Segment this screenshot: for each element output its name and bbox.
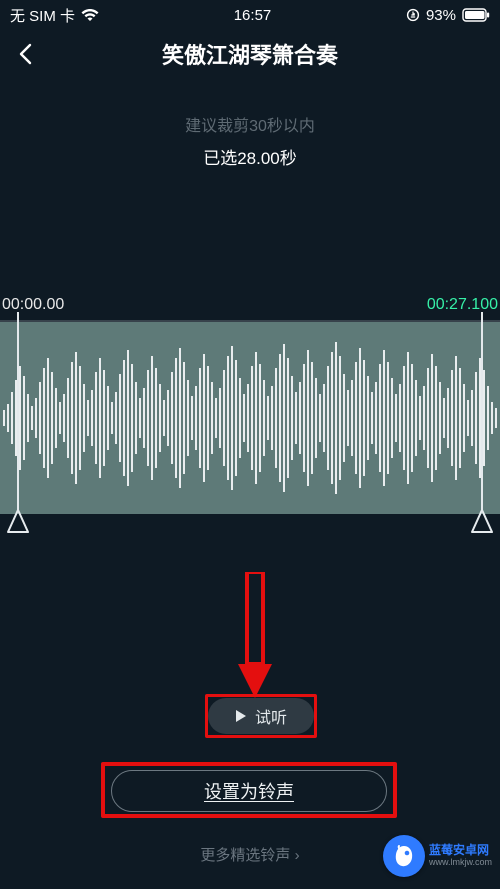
watermark-brand: 蓝莓安卓网 [429,844,489,857]
preview-button[interactable]: 试听 [208,698,314,734]
clock: 16:57 [234,7,272,24]
nav-bar: 笑傲江湖琴箫合奏 [0,30,500,78]
start-timecode: 00:00.00 [2,296,64,314]
waveform-editor[interactable] [0,320,500,544]
status-bar: 无 SIM 卡 16:57 93% [0,0,500,30]
page-title: 笑傲江湖琴箫合奏 [0,38,500,70]
wifi-icon [81,8,99,22]
trim-info: 建议裁剪30秒以内 已选28.00秒 [0,112,500,169]
set-ringtone-button[interactable]: 设置为铃声 [111,770,387,812]
orientation-lock-icon [406,8,420,22]
trim-handle-left[interactable] [6,510,30,538]
battery-icon [462,8,490,22]
watermark-text: 蓝莓安卓网 www.lmkjw.com [429,844,492,867]
status-left: 无 SIM 卡 [10,5,99,26]
preview-label: 试听 [255,704,287,728]
sim-status: 无 SIM 卡 [10,5,75,26]
watermark-logo-icon [383,835,425,877]
status-right: 93% [406,7,490,24]
selected-duration: 已选28.00秒 [0,144,500,169]
play-icon [235,709,247,723]
more-ringtones-label: 更多精选铃声 [200,847,290,864]
annotation-arrow-icon [236,572,274,702]
watermark: 蓝莓安卓网 www.lmkjw.com [383,835,492,877]
end-timecode: 00:27.100 [427,296,498,314]
trim-handle-right[interactable] [470,510,494,538]
trim-hint: 建议裁剪30秒以内 [0,112,500,136]
handle-track [0,514,500,544]
watermark-url: www.lmkjw.com [429,858,492,868]
waveform-icon [0,322,500,514]
battery-percent: 93% [426,7,456,24]
set-ringtone-label: 设置为铃声 [204,778,294,804]
timecodes: 00:00.00 00:27.100 [0,296,500,314]
back-button[interactable] [18,44,38,64]
